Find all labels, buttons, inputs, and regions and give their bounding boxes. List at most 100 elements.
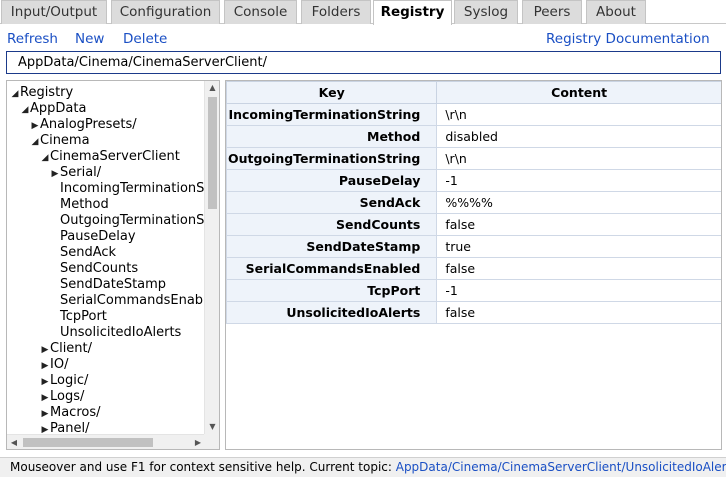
tab-folders[interactable]: Folders <box>301 0 371 24</box>
collapsed-icon[interactable]: ▶ <box>40 390 50 406</box>
scroll-down-arrow-icon[interactable]: ▼ <box>205 420 219 434</box>
tab-bar: Input/Output Configuration Console Folde… <box>0 0 726 25</box>
tree-horizontal-scrollbar[interactable]: ◀ ▶ <box>7 434 205 449</box>
key-cell[interactable]: SendAck <box>226 191 438 214</box>
scroll-right-arrow-icon[interactable]: ▶ <box>191 435 205 449</box>
collapsed-icon[interactable]: ▶ <box>40 422 50 433</box>
tree-node-registry[interactable]: ◢ Registry <box>10 85 74 102</box>
tree-node-cinema[interactable]: ◢ Cinema <box>30 133 90 149</box>
tree-node-logic[interactable]: ▶ Logic/ <box>40 373 89 390</box>
tab-registry[interactable]: Registry <box>373 0 452 25</box>
tree-node-label: Panel/ <box>50 421 90 433</box>
tree-node-panel[interactable]: ▶ Panel/ <box>40 421 90 433</box>
content-cell[interactable]: -1 <box>436 279 721 302</box>
tree-node-label: AnalogPresets/ <box>40 117 137 132</box>
tree-node-analogpresets[interactable]: ▶ AnalogPresets/ <box>30 117 137 133</box>
tree-node-macros[interactable]: ▶ Macros/ <box>40 405 101 421</box>
tab-console[interactable]: Console <box>224 0 297 24</box>
action-bar: Refresh New Delete Registry Documentatio… <box>0 31 726 49</box>
tree-node-io[interactable]: ▶ IO/ <box>40 357 69 374</box>
horizontal-scroll-thumb[interactable] <box>23 438 153 447</box>
tree-node-label: Serial/ <box>60 165 102 180</box>
tree-node-label: Registry <box>20 85 74 100</box>
content-cell[interactable]: \r\n <box>436 147 721 170</box>
tab-input-output[interactable]: Input/Output <box>1 0 107 24</box>
tree-leaf-sendcounts[interactable]: SendCounts <box>60 261 138 277</box>
table-row[interactable]: SendAck%%%% <box>226 191 721 214</box>
tree-node-serial[interactable]: ▶ Serial/ <box>50 165 102 182</box>
key-cell[interactable]: Method <box>226 125 438 148</box>
key-cell[interactable]: OutgoingTerminationString <box>226 147 438 170</box>
refresh-link[interactable]: Refresh <box>7 31 58 47</box>
tab-about[interactable]: About <box>586 0 646 24</box>
tree-node-cinemaserverclient[interactable]: ◢ CinemaServerClient <box>40 149 180 165</box>
tree-node-appdata[interactable]: ◢ AppData <box>20 101 87 118</box>
table-row[interactable]: Method disabled <box>226 125 721 148</box>
vertical-scroll-thumb[interactable] <box>208 97 217 209</box>
content-cell[interactable]: true <box>436 235 721 258</box>
content-cell[interactable]: \r\n <box>436 103 721 126</box>
table-row[interactable]: PauseDelay -1 <box>226 169 721 192</box>
tree-node-client[interactable]: ▶ Client/ <box>40 341 92 357</box>
collapsed-icon[interactable]: ▶ <box>50 166 60 182</box>
tree-vertical-scrollbar[interactable]: ▲ ▼ <box>204 81 219 434</box>
tree-node-logs[interactable]: ▶ Logs/ <box>40 389 85 406</box>
tree-node-label: Cinema <box>40 133 90 148</box>
key-cell[interactable]: TcpPort <box>226 279 438 302</box>
collapsed-icon[interactable]: ▶ <box>30 118 40 134</box>
scroll-left-arrow-icon[interactable]: ◀ <box>7 435 21 449</box>
table-row[interactable]: OutgoingTerminationString \r\n <box>226 147 721 170</box>
scrollbar-corner <box>204 434 219 449</box>
tree-leaf-incomingterminationstring[interactable]: IncomingTerminationS <box>60 181 204 197</box>
collapsed-icon[interactable]: ▶ <box>40 406 50 422</box>
tab-peers[interactable]: Peers <box>522 0 582 24</box>
key-cell[interactable]: PauseDelay <box>226 169 438 192</box>
registry-documentation-link[interactable]: Registry Documentation <box>546 31 710 47</box>
content-cell[interactable]: -1 <box>436 169 721 192</box>
tree-leaf-serialcommandsenabled[interactable]: SerialCommandsEnab <box>60 293 203 309</box>
key-cell[interactable]: SendDateStamp <box>226 235 438 258</box>
new-link[interactable]: New <box>75 31 104 47</box>
table-row[interactable]: IncomingTerminationString \r\n <box>226 103 721 126</box>
content-cell[interactable]: %%%% <box>436 191 721 214</box>
tree-leaf-unsolicitedioalerts[interactable]: UnsolicitedIoAlerts <box>60 325 181 341</box>
scroll-up-arrow-icon[interactable]: ▲ <box>205 81 219 95</box>
registry-path-field[interactable]: AppData/Cinema/CinemaServerClient/ <box>6 51 721 74</box>
key-cell[interactable]: UnsolicitedIoAlerts <box>226 301 438 324</box>
tree-leaf-method[interactable]: Method <box>60 197 109 213</box>
table-row[interactable]: UnsolicitedIoAlerts false <box>226 301 721 324</box>
collapsed-icon[interactable]: ▶ <box>40 374 50 390</box>
current-topic-link[interactable]: AppData/Cinema/CinemaServerClient/Unsoli… <box>396 460 726 474</box>
content-cell[interactable]: false <box>436 257 721 280</box>
registry-content-panel: Key Content IncomingTerminationString \r\… <box>225 80 722 450</box>
expanded-icon[interactable]: ◢ <box>20 102 30 118</box>
tree-node-label: Client/ <box>50 341 93 356</box>
table-row[interactable]: SendCounts false <box>226 213 721 236</box>
collapsed-icon[interactable]: ▶ <box>40 358 50 374</box>
tree-leaf-sendack[interactable]: SendAck <box>60 245 116 261</box>
key-cell[interactable]: SendCounts <box>226 213 438 236</box>
expanded-icon[interactable]: ◢ <box>30 134 40 150</box>
tree-node-label: TcpPort <box>60 309 107 324</box>
tab-syslog[interactable]: Syslog <box>454 0 518 24</box>
tree-viewport: ◢ Registry ◢ AppData ▶ AnalogPresets/ ◢ Cine… <box>7 85 205 433</box>
tab-configuration[interactable]: Configuration <box>111 0 220 24</box>
table-row[interactable]: SendDateStamp true <box>226 235 721 258</box>
key-cell[interactable]: IncomingTerminationString <box>226 103 438 126</box>
table-row[interactable]: SerialCommandsEnabled false <box>226 257 721 280</box>
expanded-icon[interactable]: ◢ <box>10 86 20 102</box>
table-row[interactable]: TcpPort -1 <box>226 279 721 302</box>
tree-leaf-outgoingterminationstring[interactable]: OutgoingTerminationS <box>60 213 204 229</box>
collapsed-icon[interactable]: ▶ <box>40 342 50 358</box>
tree-leaf-senddatestamp[interactable]: SendDateStamp <box>60 277 166 293</box>
content-cell[interactable]: false <box>436 213 721 236</box>
tree-node-label: Logs/ <box>50 389 85 404</box>
key-cell[interactable]: SerialCommandsEnabled <box>226 257 438 280</box>
content-cell[interactable]: disabled <box>436 125 721 148</box>
tree-leaf-pausedelay[interactable]: PauseDelay <box>60 229 136 245</box>
key-column-header: Key <box>226 81 438 104</box>
delete-link[interactable]: Delete <box>123 31 167 47</box>
tree-leaf-tcpport[interactable]: TcpPort <box>60 309 107 325</box>
expanded-icon[interactable]: ◢ <box>40 150 50 166</box>
content-cell[interactable]: false <box>436 301 721 324</box>
